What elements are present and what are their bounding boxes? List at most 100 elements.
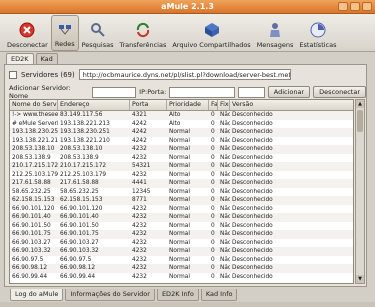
table-row[interactable]: 66.90.99.44 66.90.99.44 4232 Normal 0 NãoDesc… (10, 273, 353, 282)
table-row[interactable]: 66.90.101.50 66.90.101.50 4232 Normal 0 NãoDe… (10, 222, 353, 231)
table-cell: Não (220, 239, 230, 246)
table-cell: Normal (169, 205, 190, 212)
toolbar-transfers-button[interactable]: Transferências (116, 15, 169, 51)
column-header-static[interactable]: Fixo (218, 100, 230, 110)
table-row[interactable]: 212.25.103.179 212.25.103.179 4232 Normal 0 N… (10, 171, 353, 180)
table-row[interactable]: 66.90.101.75 66.90.101.75 4232 Normal 0 NãoDe… (10, 230, 353, 239)
table-cell: 0 (211, 146, 215, 152)
column-header-port[interactable]: Porta (130, 100, 167, 110)
table-cell: 4232 (132, 146, 147, 152)
table-cell: Normal (169, 214, 190, 220)
table-cell: 62.158.15.153 (12, 197, 55, 203)
toolbar-disconnect-button[interactable]: Desconectar (4, 15, 51, 51)
table-cell: 66.90.101.50 (60, 222, 99, 229)
toolbar-networks-button[interactable]: Redes (50, 15, 79, 51)
servers-panel: Servidores (69) http://ocbmaurice.dyns.n… (4, 64, 367, 287)
server-name-input[interactable] (91, 86, 137, 98)
table-cell: 66.90.103.32 (60, 248, 99, 254)
table-cell: 0 (211, 180, 215, 186)
disconnect-server-button[interactable]: Desconectar (313, 86, 367, 98)
server-list-url-input[interactable]: http://ocbmaurice.dyns.net/pl/slist.pl?d… (78, 69, 291, 80)
network-tabs: ED2K Kad (6, 53, 58, 64)
window-titlebar: aMule 2.1.3 (0, 0, 375, 14)
column-header-version[interactable]: Versão (230, 100, 353, 110)
table-cell: 8771 (132, 197, 147, 203)
tab-ed2k-info[interactable]: ED2K Info (156, 289, 199, 301)
table-cell: 0 (211, 248, 215, 254)
table-cell: 62.158.15.153 (60, 197, 103, 203)
table-cell: 193.138.230.251 (60, 129, 110, 135)
toolbar-label: Mensagens (256, 41, 294, 49)
table-cell: 66.90.101.40 (60, 214, 99, 220)
table-cell: 4242 (132, 129, 147, 135)
tab-kad-info[interactable]: Kad Info (200, 289, 238, 301)
servers-checkbox[interactable] (9, 70, 17, 79)
table-row[interactable]: !-> www.theseedlay...83.149.117.56 4321 Al… (10, 111, 353, 120)
column-header-failures[interactable]: Falha (209, 100, 218, 110)
table-cell: 193.138.221.210 (12, 137, 58, 144)
table-cell: Desconhecido (232, 265, 273, 271)
scroll-up-arrow-icon[interactable]: ▲ (356, 100, 364, 108)
scroll-down-arrow-icon[interactable]: ▼ (356, 275, 364, 283)
table-row[interactable]: 208.53.138.9 208.53.138.9 4232 Normal 0 NãoDe… (10, 154, 353, 163)
table-row[interactable]: 193.138.230.251 193.138.230.251 4242 Normal… (10, 128, 353, 137)
toolbar-messages-button[interactable]: Mensagens (254, 15, 297, 51)
toolbar-shared-files-button[interactable]: Arquivo Compartilhados (169, 15, 253, 51)
table-cell: Desconhecido (232, 256, 273, 263)
table-cell: 0 (211, 188, 215, 195)
table-cell: 83.149.117.56 (60, 112, 103, 118)
table-cell: 212.25.103.179 (60, 171, 107, 178)
tab-amule-log[interactable]: Log do aMule (10, 289, 64, 301)
table-cell: Não (220, 197, 230, 203)
tab-kad[interactable]: Kad (35, 53, 58, 64)
table-cell: 208.53.138.9 (60, 154, 99, 161)
server-port-input[interactable] (237, 86, 265, 98)
server-table-scrollbar[interactable]: ▲ ▼ (355, 99, 365, 284)
table-cell: Não (220, 154, 230, 161)
toolbar-statistics-button[interactable]: Estatísticas (296, 15, 339, 51)
table-row[interactable]: 66.90.101.40 66.90.101.40 4232 Normal 0 NãoDe… (10, 213, 353, 222)
table-cell: Desconhecido (232, 154, 273, 161)
table-cell: Normal (169, 137, 190, 144)
table-row[interactable]: 66.90.97.5 66.90.97.5 4232 Normal 0 NãoDescon… (10, 256, 353, 265)
table-row[interactable]: 193.138.221.210 193.138.221.210 4242 Normal… (10, 137, 353, 146)
table-row[interactable]: 66.90.103.27 66.90.103.27 4232 Normal 0 NãoDe… (10, 239, 353, 248)
table-cell: 0 (211, 129, 215, 135)
table-cell: Não (220, 205, 230, 212)
maximize-button[interactable] (350, 2, 360, 11)
column-header-address[interactable]: Endereço (58, 100, 130, 110)
table-cell: 12345 (132, 188, 151, 195)
toolbar-search-button[interactable]: Pesquisas (79, 15, 117, 51)
column-header-priority[interactable]: Prioridade (167, 100, 209, 110)
table-row[interactable]: 208.53.138.10 208.53.138.10 4232 Normal 0 Não… (10, 145, 353, 154)
table-cell: 210.17.215.172 (12, 163, 58, 169)
table-cell: 66.90.101.120 (60, 205, 103, 212)
table-row[interactable]: 66.90.103.32 66.90.103.32 4232 Normal 0 NãoDe… (10, 247, 353, 256)
close-button[interactable] (362, 2, 372, 11)
table-cell: Desconhecido (232, 214, 273, 220)
table-row[interactable]: 210.17.215.172 210.17.215.172 54321 Normal 0… (10, 162, 353, 171)
table-row[interactable]: 58.65.232.25 58.65.232.25 12345 Normal 0 NãoD… (10, 188, 353, 197)
table-row[interactable]: 66.90.101.120 66.90.101.120 4232 Normal 0 Não… (10, 205, 353, 214)
transfers-icon (134, 21, 152, 39)
table-cell: Não (220, 129, 230, 135)
table-cell: Normal (169, 154, 190, 161)
table-cell: Normal (169, 231, 190, 237)
tab-ed2k[interactable]: ED2K (6, 53, 34, 64)
column-header-name[interactable]: Nome do Servidor (10, 100, 58, 110)
add-server-button[interactable]: Adicionar (267, 86, 311, 98)
scroll-thumb[interactable] (357, 110, 363, 132)
minimize-button[interactable] (338, 2, 348, 11)
table-row[interactable]: 66.90.98.12 66.90.98.12 4232 Normal 0 NãoDesc… (10, 264, 353, 273)
table-cell: 66.90.101.50 (12, 222, 51, 229)
table-cell: 66.90.101.40 (12, 214, 51, 220)
server-ip-input[interactable] (169, 86, 235, 98)
table-row[interactable]: # eMule Serverlist N...193.138.221.213 42… (10, 120, 353, 129)
table-cell: Normal (169, 256, 190, 263)
table-cell: Não (220, 120, 230, 127)
tab-server-info[interactable]: Informações do Servidor (65, 289, 155, 301)
table-cell: Normal (169, 180, 190, 186)
table-row[interactable]: 62.158.15.153 62.158.15.153 8771 Normal 0 Não… (10, 196, 353, 205)
table-row[interactable]: 217.61.58.88 217.61.58.88 4441 Normal 0 NãoDe… (10, 179, 353, 188)
table-cell: Desconhecido (232, 239, 273, 246)
